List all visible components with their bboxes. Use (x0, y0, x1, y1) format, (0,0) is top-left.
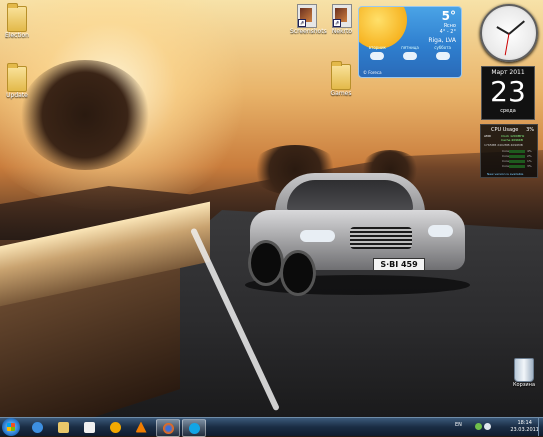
folder-icon (57, 421, 69, 433)
car-plate: S·BI 459 (373, 258, 425, 271)
weather-range: 4° - 2° (439, 29, 456, 35)
car-wheel (280, 250, 316, 296)
taskbar: EN 18:14 23.03.2011 (0, 417, 543, 437)
windows-logo-icon (7, 423, 15, 431)
folder-icon (7, 3, 27, 32)
weather-forecast: вторник пятница суббота (361, 45, 459, 67)
recycle-bin-icon (514, 358, 534, 382)
cpu-title: CPU Usage (491, 127, 519, 133)
taskbar-time: 18:14 (517, 420, 532, 426)
desktop-wallpaper: S·BI 459 Election Update ↗ Screenshots ↗… (0, 0, 543, 417)
core-value: 1% (527, 159, 532, 163)
desktop-icon-label: Корзина (512, 382, 536, 388)
forecast-day: суббота (428, 45, 458, 67)
show-desktop-button[interactable] (538, 418, 543, 436)
tree-silhouette (20, 60, 150, 170)
car-grille (350, 227, 412, 249)
core-bar (509, 155, 525, 158)
calendar-gadget[interactable]: Март 2011 23 среда (481, 66, 535, 120)
core-bar (509, 160, 525, 163)
skype-icon (188, 422, 200, 434)
desktop-icon-nekrto[interactable]: ↗ Nekrto (327, 4, 357, 35)
clock-gadget[interactable] (480, 4, 538, 62)
shortcut-arrow-icon: ↗ (333, 19, 341, 27)
weather-city: Riga, LVA (428, 37, 456, 44)
desktop-icon-label: Nekrto (331, 28, 353, 35)
desktop-icon-label: Screenshots (290, 28, 327, 35)
firefox-icon (162, 422, 174, 434)
core-value: 4% (527, 149, 532, 153)
folder-icon (7, 63, 27, 92)
cloud-icon (402, 52, 417, 60)
cpu-usage-gadget[interactable]: CPU Usage 3% AMD Clock 1200MHz Cache 409… (480, 124, 538, 178)
sun-icon (359, 7, 407, 49)
language-indicator[interactable]: EN (455, 422, 462, 428)
core-bar (509, 150, 525, 153)
image-file-icon: ↗ (297, 4, 317, 28)
forecast-day: пятница (395, 45, 425, 67)
core-value: 2% (527, 154, 532, 158)
taskbar-internet-explorer[interactable] (26, 419, 48, 435)
desktop-icon-games[interactable]: Games (326, 61, 356, 97)
car-headlight-left (300, 230, 335, 242)
taskbar-aimp[interactable] (104, 419, 126, 435)
internet-explorer-icon (31, 421, 43, 433)
taskbar-explorer[interactable] (52, 419, 74, 435)
weather-temperature: 5° (441, 9, 456, 23)
desktop-icon-label: Election (5, 32, 29, 39)
desktop-icon-update[interactable]: Update (2, 63, 32, 99)
folder-icon (331, 61, 351, 90)
taskbar-clock[interactable]: 18:14 23.03.2011 (510, 420, 539, 434)
taskbar-date: 23.03.2011 (510, 427, 539, 433)
forecast-day: вторник (362, 45, 392, 67)
taskbar-skype[interactable] (182, 419, 206, 437)
car-windshield (287, 180, 413, 210)
desktop-icon-label: Update (6, 92, 28, 99)
clock-minute-hand (508, 20, 525, 35)
cpu-percent: 3% (526, 127, 534, 133)
play-icon (83, 421, 95, 433)
desktop-icon-election[interactable]: Election (2, 3, 32, 39)
core-bar (509, 165, 525, 168)
cpu-info: Cache 4096KB (501, 138, 523, 142)
volume-icon[interactable] (484, 423, 491, 430)
calendar-weekday: среда (500, 108, 516, 114)
taskbar-firefox[interactable] (156, 419, 180, 437)
calendar-day: 23 (490, 75, 526, 108)
clock-second-hand (504, 33, 510, 56)
network-icon[interactable] (475, 423, 482, 430)
weather-gadget[interactable]: 5° Ясно 4° - 2° Riga, LVA вторник пятниц… (358, 6, 462, 78)
taskbar-vlc[interactable] (130, 419, 152, 435)
cpu-brand: AMD (484, 134, 491, 138)
weather-source-link[interactable]: © Foreca (363, 70, 382, 75)
car: S·BI 459 (245, 170, 470, 296)
shortcut-arrow-icon: ↗ (298, 19, 306, 27)
cpu-update-link[interactable]: New version is available (487, 172, 523, 176)
desktop-icon-recycle-bin[interactable]: Корзина (508, 358, 540, 388)
desktop-icon-label: Games (330, 90, 352, 97)
aimp-icon (109, 421, 121, 433)
start-button[interactable] (2, 418, 20, 436)
cpu-memory: 1765MB 2402MB 4096MB (484, 143, 523, 147)
car-headlight-right (428, 225, 453, 237)
cloud-icon (370, 52, 385, 60)
image-file-icon: ↗ (332, 4, 352, 28)
core-value: 3% (527, 164, 532, 168)
cloud-icon (435, 52, 450, 60)
car-wheel (248, 240, 284, 286)
vlc-cone-icon (135, 421, 147, 433)
taskbar-media-player[interactable] (78, 419, 100, 435)
system-tray: EN 18:14 23.03.2011 (455, 418, 543, 436)
desktop-icon-screenshots[interactable]: ↗ Screenshots (290, 4, 327, 35)
